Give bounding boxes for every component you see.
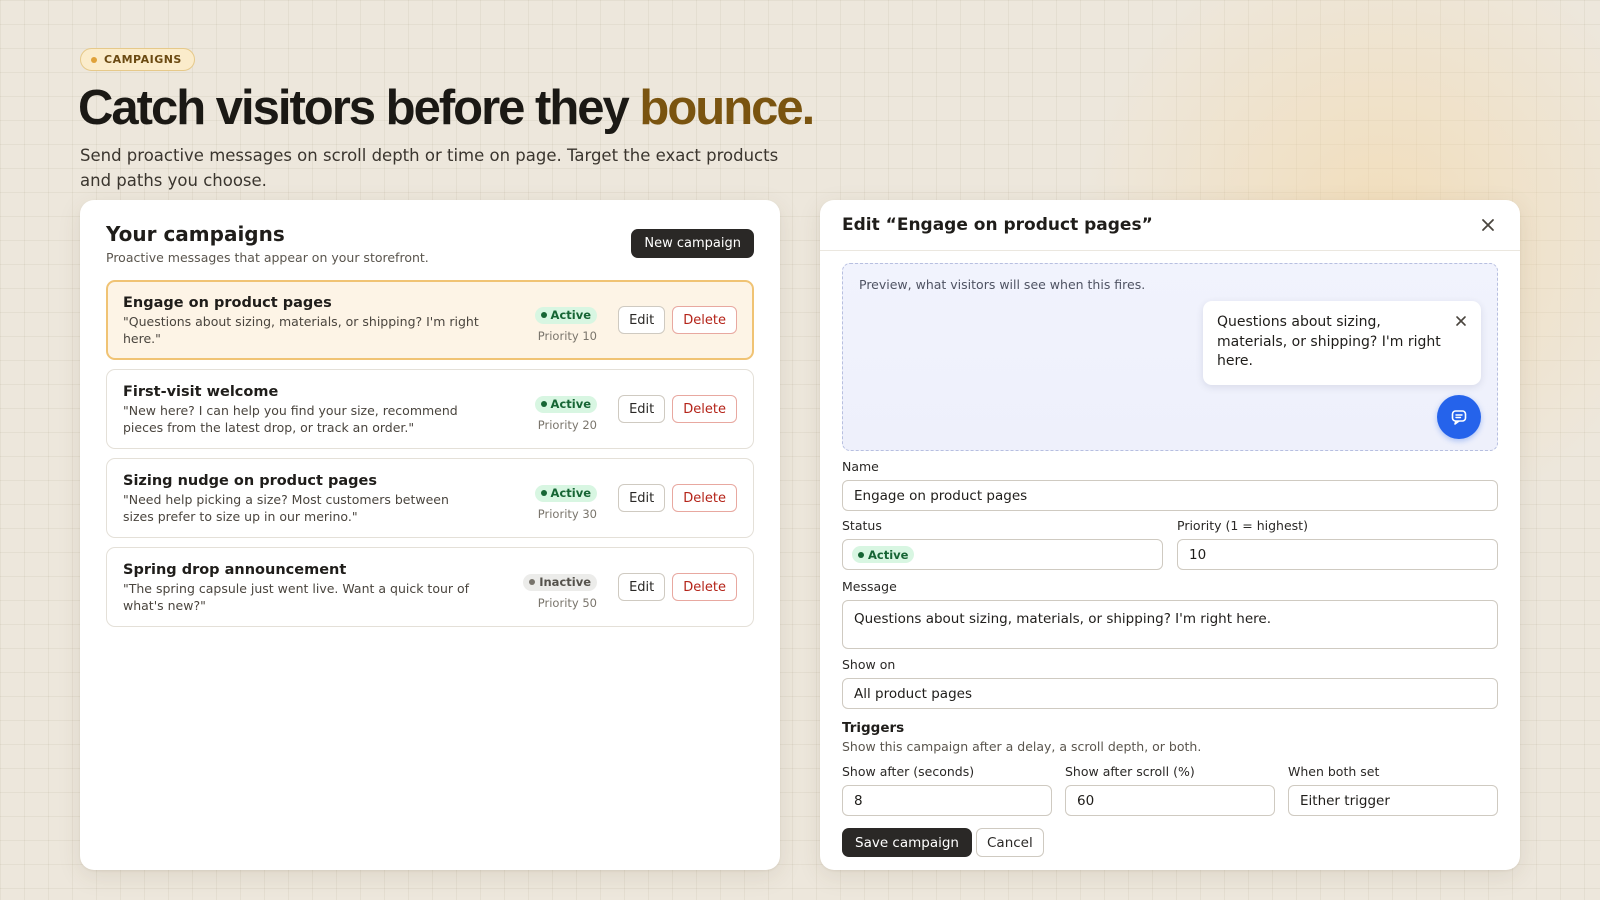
status-dot — [540, 312, 547, 318]
campaign-actions: Edit Delete — [618, 484, 737, 512]
campaign-priority: Priority 50 — [537, 595, 597, 610]
status-dot — [529, 579, 536, 585]
campaign-name: Spring drop announcement — [123, 562, 347, 578]
status-dot — [540, 490, 547, 496]
hero-subtitle: Send proactive messages on scroll depth … — [80, 146, 779, 190]
campaign-status: Active Priority 30 — [534, 481, 597, 521]
campaign-message: "Need help picking a size? Most customer… — [123, 492, 449, 524]
preview-bubble: Questions about sizing, materials, or sh… — [1203, 301, 1481, 385]
status-label: Status — [842, 518, 882, 533]
campaign-name: First-visit welcome — [123, 384, 279, 400]
section-eyebrow: CAMPAIGNS — [80, 48, 195, 71]
campaign-actions: Edit Delete — [618, 573, 737, 601]
hero-title-main: Catch visitors before they — [78, 81, 640, 135]
priority-label: Priority (1 = highest) — [1177, 518, 1308, 533]
status-badge-label: Active — [550, 308, 591, 322]
status-badge: Active — [534, 306, 597, 324]
campaign-message: "New here? I can help you find your size… — [123, 403, 458, 435]
scroll-input[interactable]: 60 — [1065, 785, 1275, 816]
edit-button[interactable]: Edit — [618, 395, 666, 423]
editor-header: Edit “Engage on product pages” — [820, 200, 1520, 251]
close-icon[interactable] — [1476, 213, 1500, 237]
scroll-label: Show after scroll (%) — [1065, 764, 1195, 779]
campaign-message: "Questions about sizing, materials, or s… — [123, 314, 479, 346]
hero-title-accent: bounce. — [639, 81, 815, 135]
show-on-value: All product pages — [854, 685, 972, 702]
both-set-select[interactable]: Either trigger — [1288, 785, 1498, 816]
delay-label: Show after (seconds) — [842, 764, 975, 779]
campaign-actions: Edit Delete — [618, 395, 737, 423]
eyebrow-label: CAMPAIGNS — [104, 53, 182, 66]
campaign-status: Inactive Priority 50 — [523, 570, 597, 610]
message-textarea[interactable]: Questions about sizing, materials, or sh… — [842, 600, 1498, 649]
campaign-priority: Priority 10 — [537, 328, 597, 343]
campaign-status: Active Priority 10 — [534, 303, 597, 343]
name-label: Name — [842, 459, 879, 474]
edit-button[interactable]: Edit — [618, 484, 666, 512]
edit-button[interactable]: Edit — [618, 306, 666, 334]
status-badge: Active — [852, 546, 915, 563]
campaign-name: Sizing nudge on product pages — [123, 473, 377, 489]
campaign-editor: Edit “Engage on product pages” Preview, … — [820, 200, 1520, 870]
cancel-button[interactable]: Cancel — [976, 828, 1044, 857]
show-on-select[interactable]: All product pages — [842, 678, 1498, 709]
preview-label: Preview, what visitors will see when thi… — [859, 277, 1146, 292]
campaign-row[interactable]: First-visit welcome "New here? I can hel… — [106, 369, 754, 449]
save-campaign-button[interactable]: Save campaign — [842, 828, 972, 857]
show-on-label: Show on — [842, 657, 896, 672]
campaigns-title: Your campaigns — [106, 222, 285, 246]
priority-input-value: 10 — [1189, 546, 1207, 563]
campaign-actions: Edit Delete — [618, 306, 737, 334]
campaign-status: Active Priority 20 — [534, 392, 597, 432]
chat-icon — [1451, 410, 1467, 425]
campaign-priority: Priority 20 — [537, 417, 597, 432]
delete-button[interactable]: Delete — [672, 306, 737, 334]
status-badge: Active — [534, 484, 597, 502]
delay-input-value: 8 — [854, 792, 863, 809]
triggers-title: Triggers — [842, 720, 905, 736]
status-badge: Active — [534, 395, 597, 413]
scroll-input-value: 60 — [1077, 792, 1095, 809]
delete-button[interactable]: Delete — [672, 484, 737, 512]
message-label: Message — [842, 579, 897, 594]
both-set-value: Either trigger — [1300, 792, 1390, 809]
status-badge-label: Active — [550, 397, 591, 411]
campaign-priority: Priority 30 — [537, 506, 597, 521]
hero-title: Catch visitors before they bounce. — [78, 80, 815, 136]
triggers-subtitle: Show this campaign after a delay, a scro… — [842, 739, 1202, 754]
status-badge: Inactive — [523, 573, 597, 591]
both-set-label: When both set — [1288, 764, 1380, 779]
status-badge-label: Active — [550, 486, 591, 500]
editor-title: Edit “Engage on product pages” — [842, 215, 1153, 235]
status-select-value: Active — [868, 547, 909, 562]
status-dot — [540, 401, 547, 407]
delete-button[interactable]: Delete — [672, 395, 737, 423]
name-input-value: Engage on product pages — [854, 487, 1028, 504]
campaigns-subtitle: Proactive messages that appear on your s… — [106, 250, 429, 265]
priority-input[interactable]: 10 — [1177, 539, 1498, 570]
campaign-name: Engage on product pages — [123, 295, 332, 311]
status-dot — [858, 551, 864, 558]
preview-message: Questions about sizing, materials, or sh… — [1217, 314, 1441, 369]
close-icon[interactable] — [1453, 313, 1469, 329]
edit-button[interactable]: Edit — [618, 573, 666, 601]
campaign-row[interactable]: Engage on product pages "Questions about… — [106, 280, 754, 360]
eyebrow-dot — [91, 56, 97, 63]
message-textarea-value: Questions about sizing, materials, or sh… — [854, 611, 1272, 627]
status-badge-label: Inactive — [539, 575, 591, 589]
campaign-list: Engage on product pages "Questions about… — [106, 280, 754, 636]
delete-button[interactable]: Delete — [672, 573, 737, 601]
campaign-message: "The spring capsule just went live. Want… — [123, 581, 470, 613]
new-campaign-button[interactable]: New campaign — [631, 229, 754, 258]
status-select[interactable]: Active — [842, 539, 1163, 570]
name-input[interactable]: Engage on product pages — [842, 480, 1498, 511]
delay-input[interactable]: 8 — [842, 785, 1052, 816]
campaigns-panel: Your campaigns Proactive messages that a… — [80, 200, 780, 870]
chat-launcher-button[interactable] — [1437, 395, 1481, 439]
campaign-row[interactable]: Sizing nudge on product pages "Need help… — [106, 458, 754, 538]
campaign-row[interactable]: Spring drop announcement "The spring cap… — [106, 547, 754, 627]
message-preview: Preview, what visitors will see when thi… — [842, 263, 1498, 451]
